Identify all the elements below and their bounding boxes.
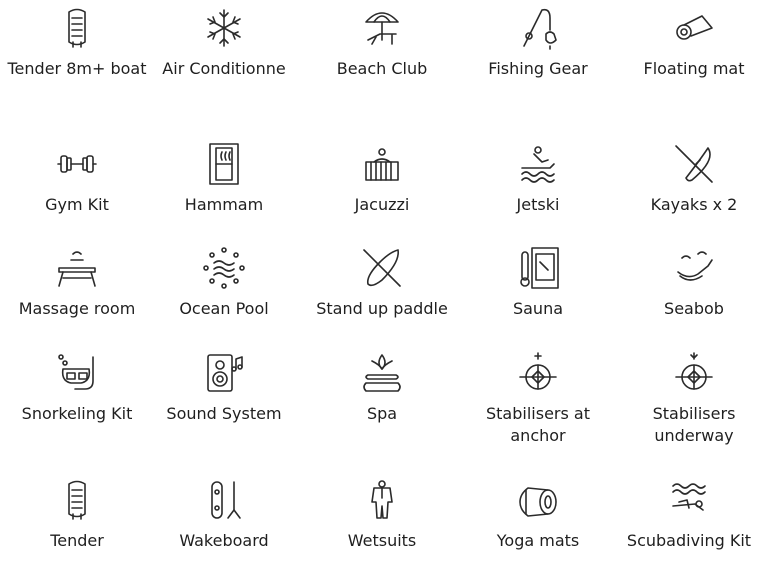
amenity-label: Tender (50, 531, 104, 550)
stabiliser-anchor-icon (516, 351, 560, 395)
scuba-diver-icon (667, 478, 711, 522)
amenity-beach-club: Beach Club (305, 6, 459, 80)
amenity-spa: Spa (305, 351, 459, 425)
spa-lotus-icon (360, 351, 404, 395)
yoga-mat-roll-icon (516, 478, 560, 522)
amenity-snorkeling-kit: Snorkeling Kit (0, 351, 154, 425)
amenity-hammam: Hammam (147, 142, 301, 216)
snorkel-mask-icon (55, 351, 99, 395)
amenity-floating-mat: Floating mat (617, 6, 769, 80)
sauna-icon (516, 246, 560, 290)
amenity-air-conditionne: Air Conditionne (147, 6, 301, 80)
speaker-icon (202, 351, 246, 395)
amenity-label: Floating mat (643, 59, 745, 78)
amenity-label: Gym Kit (45, 195, 109, 214)
amenity-scubadiving-kit: Scubadiving Kit (612, 478, 766, 552)
amenity-ocean-pool: Ocean Pool (147, 246, 301, 320)
amenity-sauna: Sauna (461, 246, 615, 320)
amenity-seabob: Seabob (617, 246, 769, 320)
amenity-jacuzzi: Jacuzzi (305, 142, 459, 216)
amenity-label: Ocean Pool (179, 299, 269, 318)
amenity-label: Tender 8m+ boat (7, 59, 147, 78)
amenity-label: Wetsuits (347, 531, 417, 550)
inflatable-boat-icon (55, 478, 99, 522)
ocean-pool-icon (202, 246, 246, 290)
stabiliser-underway-icon (672, 351, 716, 395)
jetski-icon (516, 142, 560, 186)
fishing-rod-icon (516, 6, 560, 50)
amenity-label: Seabob (664, 299, 724, 318)
amenity-label: Sauna (512, 299, 564, 318)
seabob-icon (672, 246, 716, 290)
amenity-label: Fishing Gear (488, 59, 588, 78)
amenity-label: Wakeboard (179, 531, 269, 550)
amenity-label: Beach Club (336, 59, 428, 78)
amenity-massage-room: Massage room (0, 246, 154, 320)
amenity-tender-8m-boat: Tender 8m+ boat (0, 6, 154, 80)
beach-umbrella-icon (360, 6, 404, 50)
amenity-jetski: Jetski (461, 142, 615, 216)
wakeboard-icon (202, 478, 246, 522)
amenity-label: Stabilisers at anchor (486, 404, 590, 445)
amenity-label: Stand up paddle (316, 299, 448, 318)
amenities-grid: Tender 8m+ boat Air Conditionne Beach Cl… (0, 0, 769, 561)
amenity-stabilisers-underway: Stabilisers underway (617, 351, 769, 447)
snowflake-icon (202, 6, 246, 50)
amenity-label: Stabilisers underway (652, 404, 736, 445)
amenity-gym-kit: Gym Kit (0, 142, 154, 216)
amenity-label: Jacuzzi (354, 195, 410, 214)
amenity-stand-up-paddle: Stand up paddle (305, 246, 459, 320)
amenity-yoga-mats: Yoga mats (461, 478, 615, 552)
amenity-label: Spa (366, 404, 398, 423)
kayak-icon (672, 142, 716, 186)
amenity-label: Massage room (18, 299, 136, 318)
floating-mat-icon (672, 6, 716, 50)
amenity-label: Sound System (166, 404, 282, 423)
hammam-door-icon (202, 142, 246, 186)
amenity-wetsuits: Wetsuits (305, 478, 459, 552)
massage-table-icon (55, 246, 99, 290)
paddle-board-icon (360, 246, 404, 290)
jacuzzi-icon (360, 142, 404, 186)
amenity-wakeboard: Wakeboard (147, 478, 301, 552)
amenity-label: Hammam (184, 195, 264, 214)
dumbbell-icon (55, 142, 99, 186)
amenity-fishing-gear: Fishing Gear (461, 6, 615, 80)
amenity-label: Air Conditionne (162, 59, 286, 78)
amenity-kayaks: Kayaks x 2 (617, 142, 769, 216)
amenity-tender: Tender (0, 478, 154, 552)
amenity-label: Jetski (516, 195, 560, 214)
amenity-label: Yoga mats (496, 531, 580, 550)
wetsuit-icon (360, 478, 404, 522)
amenity-stabilisers-at-anchor: Stabilisers at anchor (461, 351, 615, 447)
amenity-sound-system: Sound System (147, 351, 301, 425)
amenity-label: Scubadiving Kit (626, 531, 752, 550)
inflatable-boat-icon (55, 6, 99, 50)
amenity-label: Kayaks x 2 (650, 195, 738, 214)
amenity-label: Snorkeling Kit (21, 404, 133, 423)
